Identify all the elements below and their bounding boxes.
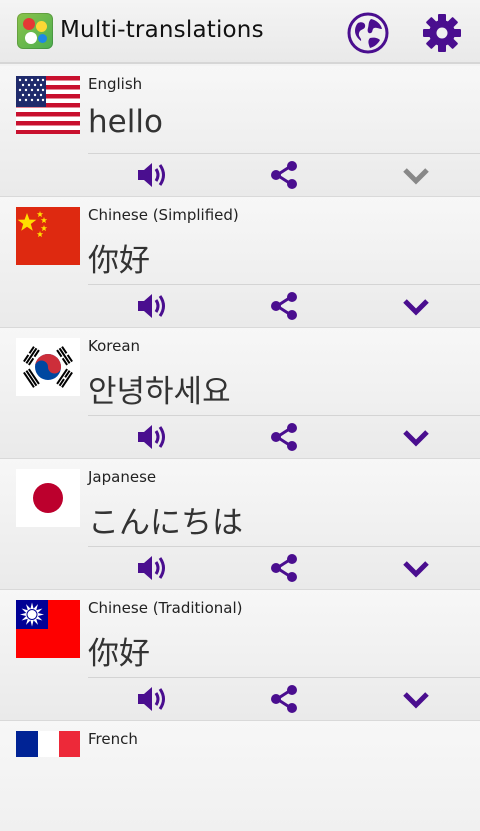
settings-button[interactable] [421,12,463,54]
translation-item-korean[interactable]: Korean 안녕하세요 [0,328,480,459]
action-row [88,547,480,589]
translation-text: 你好 [88,636,150,672]
language-label: Korean [88,337,141,355]
app-logo-icon [17,13,53,49]
share-button[interactable] [268,160,300,190]
speak-button[interactable] [136,291,168,321]
translation-item-chinese-simplified[interactable]: Chinese (Simplified) 你好 [0,197,480,328]
translation-item-japanese[interactable]: Japanese こんにちは [0,459,480,590]
speaker-icon [138,687,165,711]
share-icon [271,161,297,189]
share-icon [271,292,297,320]
language-label: English [88,75,143,93]
expand-button[interactable] [400,291,432,321]
speak-button[interactable] [136,684,168,714]
app-bar: Multi-translations [0,0,480,64]
speaker-icon [138,556,165,580]
chevron-down-icon [403,561,429,578]
expand-button[interactable] [400,553,432,583]
share-icon [271,423,297,451]
action-row [88,416,480,458]
france-flag-icon [16,731,80,757]
speak-button[interactable] [136,553,168,583]
speak-button[interactable] [136,160,168,190]
chevron-down-icon [403,299,429,316]
language-label: Chinese (Traditional) [88,599,243,617]
korea-flag-icon [16,338,80,396]
chevron-down-icon [403,430,429,447]
share-icon [271,685,297,713]
china-flag-icon [16,207,80,265]
speaker-icon [138,294,165,318]
expand-button[interactable] [400,684,432,714]
expand-button[interactable] [400,160,432,190]
action-row [88,285,480,327]
taiwan-flag-icon [16,600,80,658]
language-label: Japanese [88,468,157,486]
app-title: Multi-translations [60,17,264,43]
translation-item-french[interactable]: French [0,721,480,831]
action-row [88,678,480,720]
japan-flag-icon [16,469,80,527]
share-icon [271,554,297,582]
chevron-down-icon [403,168,429,185]
share-button[interactable] [268,553,300,583]
language-label: French [88,730,138,748]
expand-button[interactable] [400,422,432,452]
share-button[interactable] [268,684,300,714]
share-button[interactable] [268,291,300,321]
speak-button[interactable] [136,422,168,452]
translation-list: English hello Chinese (Simplified) 你好 Ko… [0,66,480,831]
us-flag-icon [16,76,80,134]
translation-text: 你好 [88,243,150,279]
translation-item-english[interactable]: English hello [0,66,480,197]
share-button[interactable] [268,422,300,452]
translation-text: hello [88,104,163,140]
chevron-down-icon [403,692,429,709]
speaker-icon [138,163,165,187]
translation-text: 안녕하세요 [88,374,231,410]
language-label: Chinese (Simplified) [88,206,239,224]
translation-item-chinese-traditional[interactable]: Chinese (Traditional) 你好 [0,590,480,721]
translation-text: こんにちは [88,505,243,541]
speaker-icon [138,425,165,449]
action-row [88,154,480,196]
gear-icon [423,14,461,52]
globe-icon [347,12,389,54]
globe-button[interactable] [346,11,390,55]
